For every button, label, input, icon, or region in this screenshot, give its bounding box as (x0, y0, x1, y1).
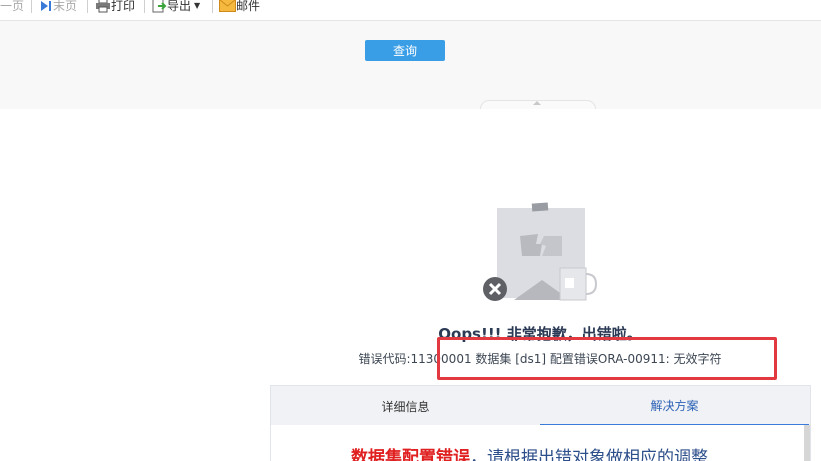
report-toolbar: 一页 末页 打印 导出 ▼ 邮件 (0, 0, 821, 14)
last-page-icon (41, 0, 51, 11)
last-page-label: 末页 (53, 0, 78, 13)
prev-page-button[interactable]: 一页 (0, 0, 24, 14)
export-icon (152, 0, 167, 13)
error-tabs: 详细信息 解决方案 (270, 385, 811, 426)
error-illustration-icon (483, 202, 598, 301)
chevron-up-icon (533, 101, 541, 105)
toolbar-separator (212, 0, 213, 13)
parameter-panel (0, 20, 821, 109)
export-button[interactable]: 导出 ▼ (152, 0, 200, 14)
solution-highlight: 数据集配置错误 (351, 448, 470, 461)
mail-button[interactable]: 邮件 (219, 0, 260, 14)
solution-text: 数据集配置错误，请根据出错对象做相应的调整 (351, 443, 708, 461)
chevron-down-icon: ▼ (194, 1, 201, 10)
query-button[interactable]: 查询 (365, 40, 445, 61)
tab-solution[interactable]: 解决方案 (540, 386, 809, 426)
export-label: 导出 (167, 0, 192, 13)
tab-label: 解决方案 (650, 398, 699, 413)
print-button[interactable]: 打印 (95, 0, 135, 14)
toolbar-separator (144, 0, 145, 13)
mail-label: 邮件 (236, 0, 261, 13)
error-highlight-box (437, 337, 777, 380)
toolbar-separator (87, 0, 88, 13)
last-page-button[interactable]: 末页 (39, 0, 77, 14)
prev-page-label: 一页 (0, 0, 25, 13)
solution-detail: ，请根据出错对象做相应的调整 (470, 448, 708, 461)
tab-label: 详细信息 (381, 399, 430, 414)
printer-icon (96, 0, 110, 12)
solution-panel: 数据集配置错误，请根据出错对象做相应的调整 (270, 425, 811, 461)
tab-detail-info[interactable]: 详细信息 (271, 386, 540, 426)
print-label: 打印 (111, 0, 136, 13)
scrollbar[interactable] (804, 425, 810, 461)
toolbar-separator (31, 0, 32, 13)
mail-icon (219, 0, 236, 12)
